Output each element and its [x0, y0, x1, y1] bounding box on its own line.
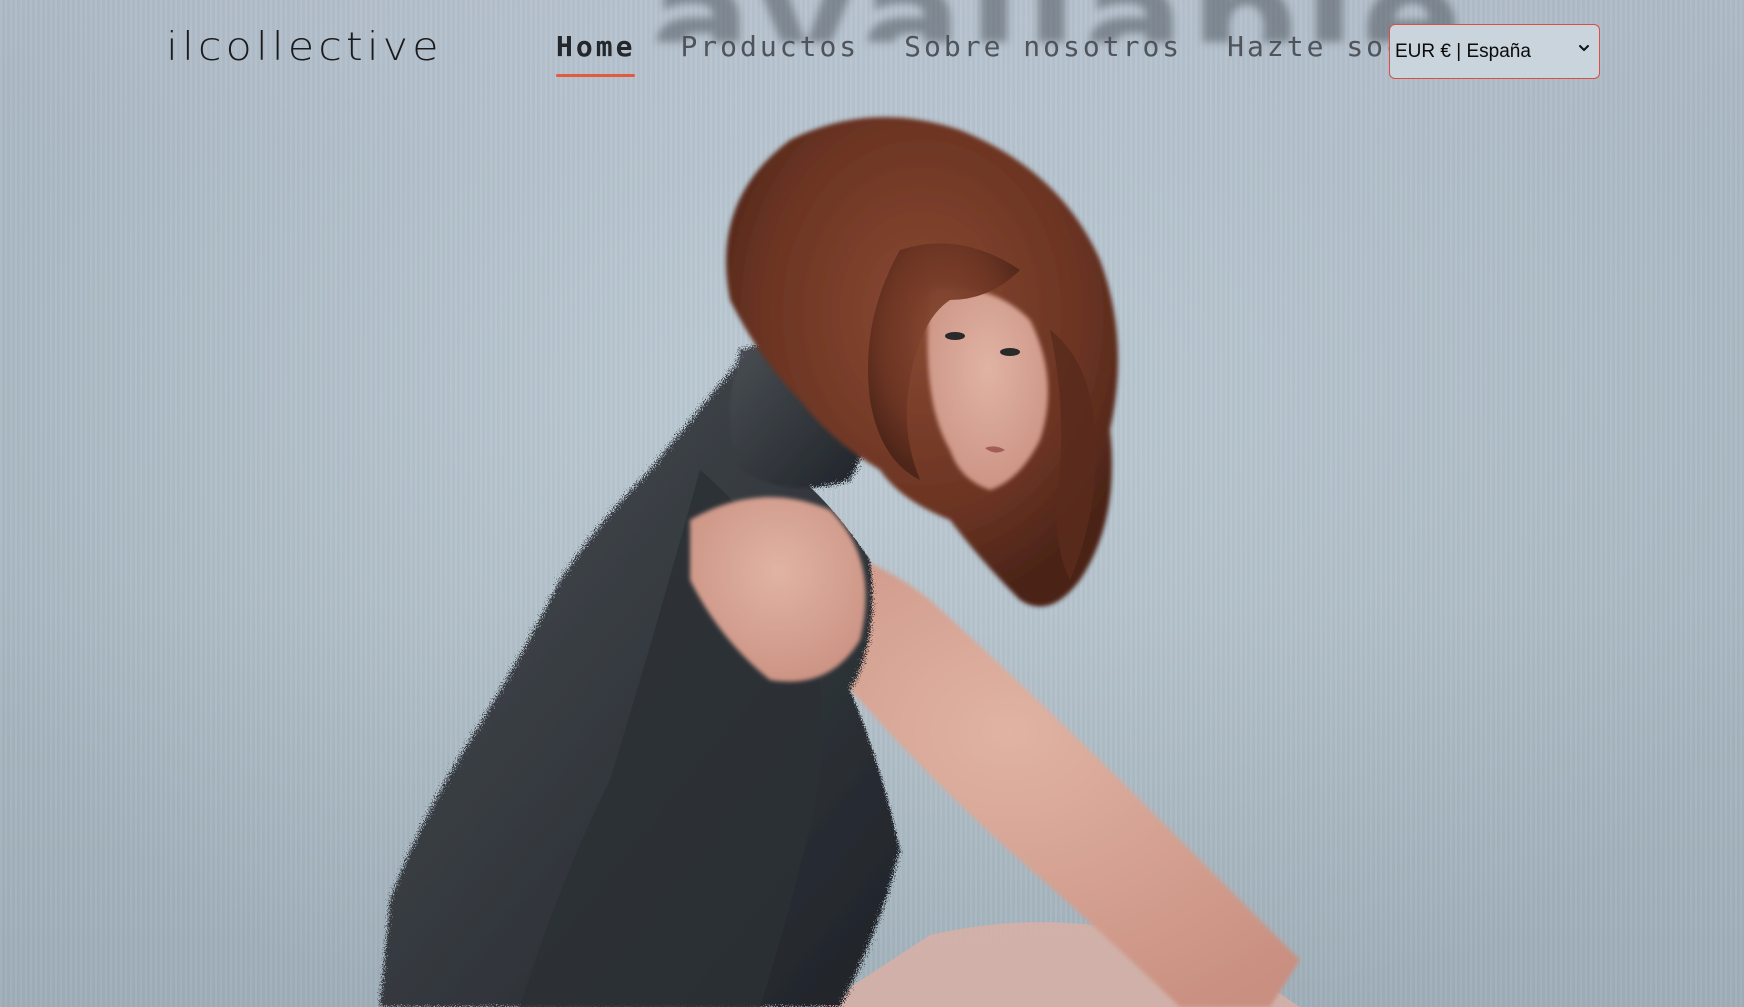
- currency-country-select[interactable]: EUR € | España: [1390, 25, 1599, 78]
- nav-item-productos[interactable]: Productos: [680, 30, 859, 77]
- currency-country-selector[interactable]: EUR € | España: [1389, 24, 1600, 79]
- hero-image: avallable: [0, 0, 1744, 1007]
- page: avallable: [0, 0, 1744, 1007]
- hero-model-figure: [380, 117, 1300, 1007]
- nav-item-sobre-nosotros[interactable]: Sobre nosotros: [904, 30, 1182, 77]
- site-logo[interactable]: ilcollective: [166, 24, 443, 70]
- site-header: ilcollective Home Productos Sobre nosotr…: [0, 0, 1744, 106]
- main-nav: Home Productos Sobre nosotros Hazte soci…: [556, 30, 1446, 77]
- nav-item-home[interactable]: Home: [556, 30, 636, 77]
